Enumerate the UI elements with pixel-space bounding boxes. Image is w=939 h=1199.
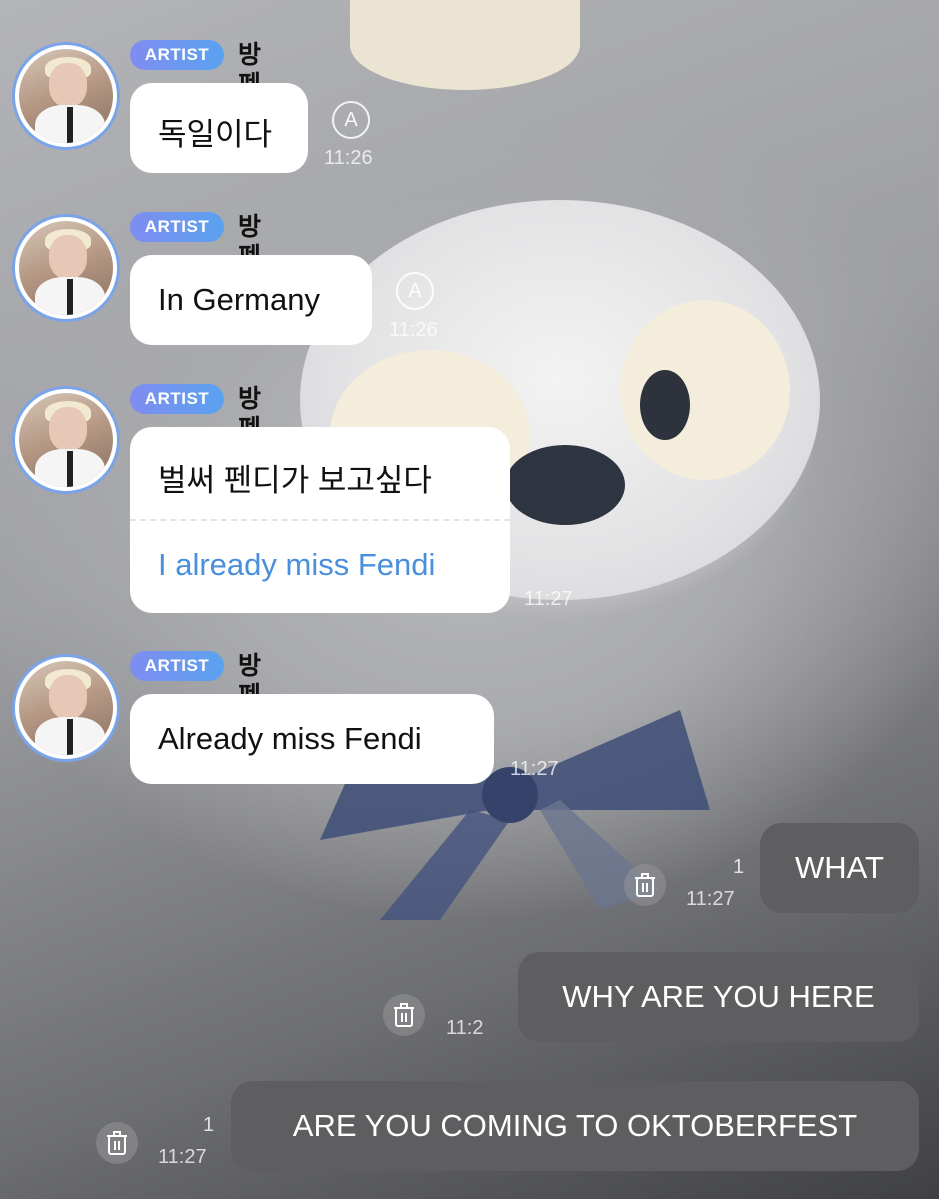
plush-nose	[505, 445, 625, 525]
avatar-tie	[67, 719, 73, 755]
message-bubble[interactable]: 벌써 펜디가 보고싶다 I already miss Fendi	[130, 427, 510, 613]
artist-avatar[interactable]	[12, 42, 120, 150]
message-text: 벌써 펜디가 보고싶다	[158, 463, 432, 498]
message-text: In Germany	[158, 282, 320, 317]
unread-count: 1	[203, 1114, 215, 1136]
trash-icon[interactable]	[96, 1122, 138, 1164]
artist-badge: ARTIST	[130, 212, 224, 242]
message-time: 11:27	[524, 588, 573, 610]
avatar-photo	[19, 49, 113, 143]
trash-icon-glyph	[635, 873, 655, 897]
message-bubble[interactable]: Already miss Fendi	[130, 694, 494, 784]
translate-icon[interactable]: A	[332, 101, 370, 139]
trash-icon[interactable]	[624, 864, 666, 906]
message-time: 11:27	[686, 888, 735, 910]
trash-icon-glyph	[394, 1003, 414, 1027]
translate-icon[interactable]: A	[396, 272, 434, 310]
artist-avatar[interactable]	[12, 654, 120, 762]
message-text: Already miss Fendi	[158, 721, 422, 756]
message-text: 독일이다	[158, 117, 273, 152]
avatar-head	[49, 407, 87, 451]
unread-count: 1	[733, 856, 745, 878]
artist-avatar[interactable]	[12, 386, 120, 494]
sent-bubble[interactable]: WHY ARE YOU HERE	[518, 952, 919, 1042]
avatar-tie	[67, 279, 73, 315]
artist-badge: ARTIST	[130, 40, 224, 70]
avatar-tie	[67, 451, 73, 487]
message-bubble[interactable]: 독일이다	[130, 83, 308, 173]
artist-badge: ARTIST	[130, 651, 224, 681]
plush-pupil	[640, 370, 690, 440]
plush-ear	[350, 0, 580, 90]
message-time: 11:27	[510, 758, 559, 780]
avatar-head	[49, 63, 87, 107]
plush-eye-right	[620, 300, 790, 480]
avatar-photo	[19, 393, 113, 487]
message-time: 11:26	[324, 147, 373, 169]
message-time: 11:27	[158, 1146, 207, 1168]
translated-text: I already miss Fendi	[158, 547, 436, 582]
artist-avatar[interactable]	[12, 214, 120, 322]
artist-badge: ARTIST	[130, 384, 224, 414]
avatar-photo	[19, 221, 113, 315]
avatar-tie	[67, 107, 73, 143]
message-time: 11:26	[389, 319, 438, 341]
trash-icon-glyph	[107, 1131, 127, 1155]
trash-icon[interactable]	[383, 994, 425, 1036]
message-time: 11:2	[446, 1017, 484, 1039]
sent-bubble[interactable]: ARE YOU COMING TO OKTOBERFEST	[231, 1081, 919, 1171]
message-bubble[interactable]: In Germany	[130, 255, 372, 345]
avatar-head	[49, 675, 87, 719]
avatar-photo	[19, 661, 113, 755]
translation-divider	[130, 519, 510, 521]
avatar-head	[49, 235, 87, 279]
sent-bubble[interactable]: WHAT	[760, 823, 919, 913]
